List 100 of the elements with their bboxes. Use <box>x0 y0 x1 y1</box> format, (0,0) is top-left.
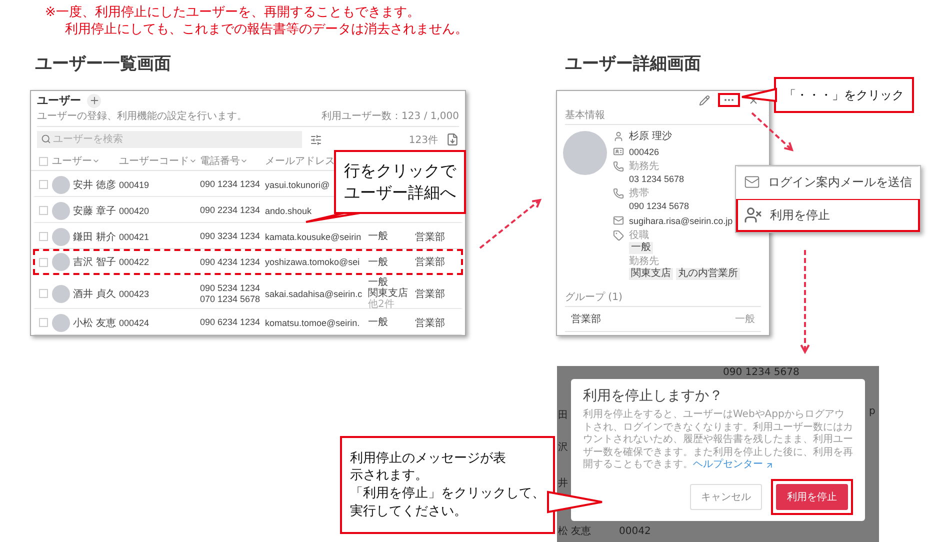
role-text: 一般 <box>368 317 389 328</box>
chevron-down-icon <box>92 157 100 165</box>
background-text: 松 友恵 <box>558 526 592 538</box>
callout-text: 「利用を停止」をクリックして、 <box>350 485 545 503</box>
user-code: 000422 <box>119 257 150 267</box>
department: 営業部 <box>415 316 446 330</box>
dialog-message: 利用を停止をすると、ユーザーはWebやAppからログアウトされ、ログインできなくなります。利用ユーザー数にはカウントされないため、履歴や報告書を残したまま、利用ユーザー数を確保できます。また利用を停止した後に、利用を再開することもできます。ヘルプセンター <box>583 409 853 472</box>
role-text: 一般 <box>368 231 389 242</box>
tag-chip: 丸の内営業所 <box>676 268 740 280</box>
user-name: 安井 徳彦 <box>73 178 116 192</box>
email-address: ando.shouk <box>265 206 313 216</box>
field-label: 勤務先 <box>629 161 660 173</box>
callout-text: 実行してください。 <box>350 502 468 520</box>
filter-button[interactable] <box>310 134 322 146</box>
user-code: 000421 <box>119 232 150 242</box>
role-text: 関東支店 <box>368 288 409 299</box>
note-text: 利用停止にしても、これまでの報告書等のデータは消去されません。 <box>64 21 468 38</box>
dashed-arrow <box>479 198 542 249</box>
phone-icon <box>613 188 624 199</box>
callout-text: 「・・・」をクリック <box>784 86 904 104</box>
select-all-checkbox[interactable] <box>39 156 48 166</box>
result-count: 123件 <box>408 134 438 146</box>
tag-chip: 関東支店 <box>629 268 673 280</box>
column-header[interactable]: ユーザー <box>52 154 116 168</box>
cancel-button[interactable]: キャンセル <box>690 484 762 510</box>
more-button[interactable] <box>718 93 740 107</box>
chevron-down-icon <box>189 157 197 165</box>
add-button[interactable] <box>87 94 101 108</box>
field-label: 勤務先 <box>629 256 660 268</box>
background-text: 00042 <box>619 526 651 538</box>
background-text: 090 1234 5678 <box>723 367 800 379</box>
section-title: 基本情報 <box>565 107 761 125</box>
row-checkbox[interactable] <box>39 232 48 241</box>
row-checkbox[interactable] <box>39 180 48 189</box>
user-blocked-icon <box>744 206 762 224</box>
user-code: 000423 <box>119 288 150 298</box>
avatar-circle <box>52 228 70 246</box>
file-download-icon <box>446 133 459 146</box>
phone-number: 070 1234 5678 <box>200 294 262 304</box>
email-address: kamata.kousuke@seirin <box>265 232 362 242</box>
user-row[interactable]: 小松 友恵 000424 090 6234 1234 komatsu.tomoe@seirin. 一般 営業部 <box>33 309 463 335</box>
menu-item[interactable]: ログイン案内メールを送信 <box>736 166 920 199</box>
envelope-icon <box>744 173 760 191</box>
avatar-circle <box>52 314 70 332</box>
user-name: 吉沢 智子 <box>73 256 116 269</box>
background-text: 井 <box>558 478 568 490</box>
user-code: 000424 <box>119 318 150 328</box>
avatar-circle <box>52 284 70 302</box>
row-checkbox[interactable] <box>39 258 48 266</box>
dashed-arrow <box>751 112 794 152</box>
plus-icon <box>88 95 100 106</box>
page-title: ユーザー <box>37 93 81 108</box>
department: 営業部 <box>415 288 446 300</box>
user-row[interactable]: 鎌田 耕介 000421 090 3234 1234 kamata.kousuke@seirin 一般 営業部 <box>33 223 463 249</box>
user-name: 安藤 章子 <box>73 204 116 218</box>
row-checkbox[interactable] <box>39 206 48 215</box>
menu-item[interactable]: 利用を停止 <box>736 199 920 232</box>
group-name: 営業部 <box>571 312 601 326</box>
tag-icon <box>613 230 624 241</box>
email-address: komatsu.tomoe@seirin. <box>265 318 361 328</box>
export-button[interactable] <box>446 133 459 146</box>
avatar-circle <box>52 176 70 194</box>
department: 営業部 <box>415 256 446 269</box>
email-address: sakai.sadahisa@seirin.c <box>265 288 364 298</box>
groups-title: グループ (1) <box>565 290 761 307</box>
edit-button[interactable] <box>699 94 710 106</box>
person-icon <box>613 131 624 142</box>
phone-number: 090 2234 1234 <box>200 205 262 216</box>
user-row[interactable]: 吉沢 智子 000422 090 4234 1234 yoshizawa.tomoko@sei 一般 営業部 <box>33 249 463 275</box>
column-header[interactable]: 電話番号 <box>200 154 262 168</box>
user-name: 酒井 貞久 <box>73 288 116 300</box>
help-link[interactable]: ヘルプセンター <box>693 459 774 472</box>
email-address: yasui.tokunori@ <box>265 180 331 190</box>
phone-number: 090 6234 1234 <box>200 317 262 328</box>
user-code: 000420 <box>119 206 150 216</box>
suspend-button[interactable]: 利用を停止 <box>776 484 848 510</box>
section-heading: ユーザー詳細画面 <box>565 53 701 75</box>
field-value: 000426 <box>629 146 660 158</box>
field-value: 杉原 理沙 <box>629 131 672 143</box>
external-link-icon <box>765 460 774 470</box>
section-heading: ユーザー一覧画面 <box>35 53 171 75</box>
row-checkbox[interactable] <box>39 289 48 298</box>
search-field[interactable]: ユーザーを検索 <box>37 131 302 148</box>
group-role: 一般 <box>735 313 755 326</box>
user-name: 小松 友恵 <box>73 316 116 330</box>
row-checkbox[interactable] <box>39 318 48 327</box>
background-text: 沢 <box>558 442 568 454</box>
note-text: ※一度、利用停止にしたユーザーを、再開することもできます。 <box>45 4 421 21</box>
user-name: 鎌田 耕介 <box>73 230 116 244</box>
callout-text: 示されます。 <box>350 467 429 485</box>
callout-text: 利用停止のメッセージが表 <box>350 450 507 468</box>
dialog-title: 利用を停止しますか？ <box>583 387 724 405</box>
id-card-icon <box>613 146 624 157</box>
more-count: 他2件 <box>368 299 396 310</box>
page-description: ユーザーの登録、利用機能の設定を行います。 <box>37 110 247 123</box>
field-value: 03 1234 5678 <box>629 173 684 185</box>
pencil-icon <box>699 94 710 106</box>
column-header[interactable]: ユーザーコード <box>119 154 197 168</box>
user-count: 利用ユーザー数：123 / 1,000 <box>322 110 459 123</box>
field-value: 090 1234 5678 <box>629 200 690 212</box>
